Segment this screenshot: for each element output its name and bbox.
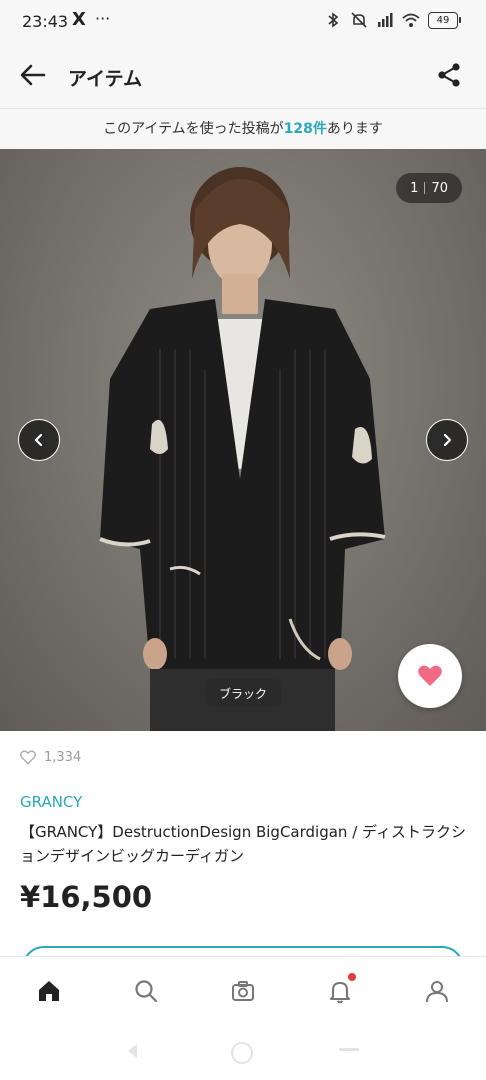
user-icon [426, 981, 449, 1003]
image-index: 1 [410, 180, 419, 196]
nav-mypage[interactable] [413, 967, 461, 1015]
next-image-button[interactable] [426, 419, 468, 461]
app-header: アイテム [0, 42, 486, 109]
color-variant-label: ブラック [205, 679, 281, 707]
chevron-right-icon [443, 433, 452, 447]
mute-icon [351, 12, 367, 28]
nav-home[interactable] [25, 967, 73, 1015]
battery-icon: 49 [428, 11, 461, 29]
status-time: 23:43 [22, 12, 69, 31]
nav-search[interactable] [122, 967, 170, 1015]
brand-link[interactable]: GRANCY [20, 793, 82, 811]
home-icon [38, 981, 59, 1001]
like-button[interactable] [398, 644, 462, 708]
notification-badge [348, 973, 357, 981]
back-arrow-icon[interactable] [16, 58, 50, 92]
chevron-left-icon [34, 433, 43, 447]
heart-icon [418, 665, 442, 686]
notice-prefix: このアイテムを使った投稿が [103, 121, 284, 137]
x-app-icon: X [72, 9, 86, 30]
product-image-carousel[interactable]: 1 70 ブラック [0, 149, 486, 731]
nav-post[interactable] [219, 967, 267, 1015]
notice-suffix: あります [326, 121, 383, 137]
image-total: 70 [431, 180, 448, 196]
prev-image-button[interactable] [18, 419, 60, 461]
heart-outline-icon [20, 750, 36, 765]
product-price: ¥16,500 [20, 880, 153, 914]
bottom-navigation [0, 956, 486, 1025]
more-notifications-icon: ··· [95, 9, 111, 28]
nav-notifications[interactable] [316, 967, 364, 1015]
product-name: 【GRANCY】DestructionDesign BigCardigan / … [20, 823, 466, 865]
notice-post-count: 128件 [283, 121, 327, 137]
system-home-icon[interactable] [231, 1042, 253, 1064]
status-bar: 23:43 X ··· 49 [0, 0, 486, 42]
counter-divider [424, 182, 426, 194]
system-navigation-bar [0, 1024, 486, 1080]
system-recents-icon[interactable] [339, 1048, 359, 1051]
signal-icon [378, 13, 393, 27]
page-title: アイテム [68, 68, 143, 90]
status-icons: 49 [324, 11, 461, 29]
bluetooth-icon [328, 12, 339, 28]
image-counter: 1 70 [396, 173, 462, 203]
like-count-value: 1,334 [44, 750, 82, 765]
camera-icon [231, 981, 254, 1001]
search-icon [135, 980, 157, 1003]
model-photo-illustration [99, 167, 386, 731]
like-count: 1,334 [20, 750, 81, 765]
share-icon[interactable] [434, 60, 464, 90]
system-back-icon[interactable] [128, 1044, 137, 1058]
posts-notice-link[interactable]: このアイテムを使った投稿が128件あります [0, 109, 486, 149]
wifi-icon [402, 13, 420, 27]
bell-icon [330, 982, 351, 1004]
